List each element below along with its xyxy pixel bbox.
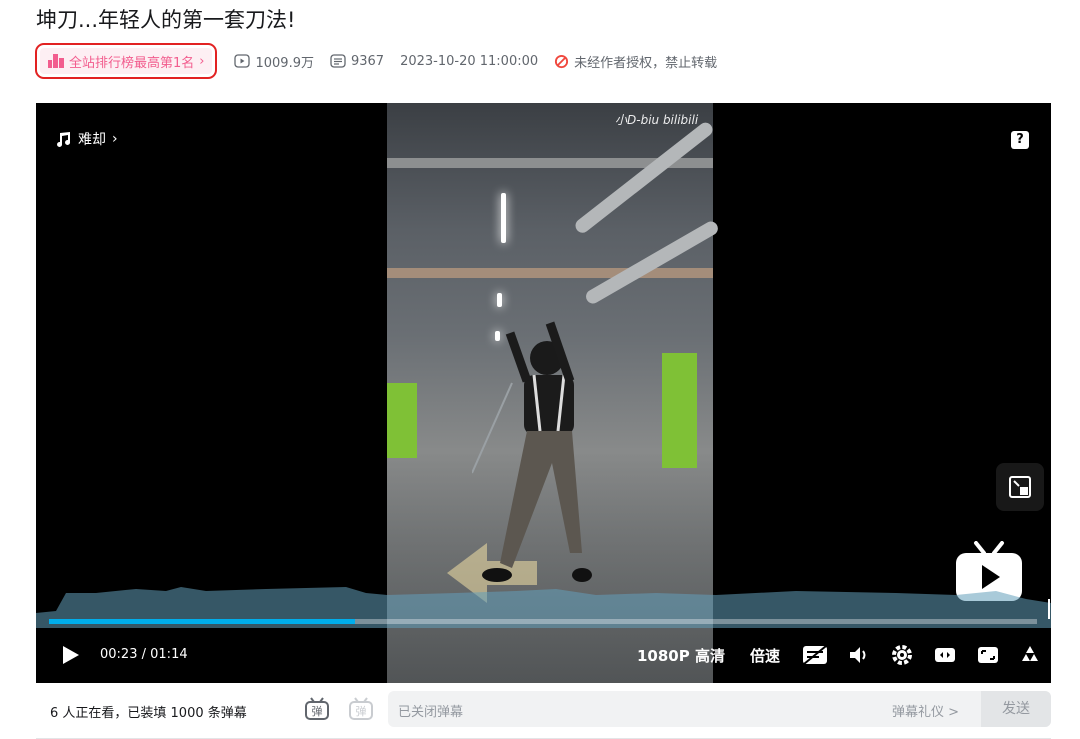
view-count-text: 1009.9万 <box>255 55 314 71</box>
progress-bar[interactable] <box>49 619 1037 624</box>
publish-time: 2023-10-20 11:00:00 <box>400 54 538 69</box>
video-title: 坤刀...年轻人的第一套刀法! <box>36 8 296 32</box>
bar-chart-icon <box>48 54 64 68</box>
danmaku-style-icon[interactable] <box>1019 644 1041 666</box>
progress-played <box>49 619 356 624</box>
ceiling-beam <box>387 268 713 278</box>
svg-text:弹: 弹 <box>356 704 367 718</box>
parking-pillar <box>387 383 417 458</box>
video-meta: 全站排行榜最高第1名 › 1009.9万 9367 2023-10-20 11:… <box>34 42 717 80</box>
viewer-count: 6 人正在看，已装填 1000 条弹幕 <box>50 706 247 721</box>
current-time: 00:23 <box>100 647 138 662</box>
view-count: 1009.9万 <box>234 52 314 71</box>
copyright-notice: 未经作者授权，禁止转载 <box>554 52 717 71</box>
fullscreen-icon[interactable] <box>977 644 999 666</box>
svg-text:弹: 弹 <box>312 704 323 718</box>
danmaku-etiquette-link[interactable]: 弹幕礼仪 > <box>892 701 959 720</box>
publish-time-text: 2023-10-20 11:00:00 <box>400 53 539 69</box>
danmaku-count-text: 9367 <box>350 53 385 69</box>
chevron-right-icon: › <box>112 131 118 147</box>
danmaku-bar: 6 人正在看，已装填 1000 条弹幕 弹 弹 已关闭弹幕 弹幕礼仪 > 发送 <box>36 683 1051 739</box>
widescreen-icon[interactable] <box>934 644 956 666</box>
song-label: 难却 <box>78 132 106 148</box>
question-icon[interactable]: ? <box>1011 131 1029 149</box>
time-separator: / <box>141 647 146 662</box>
chevron-right-icon: › <box>199 53 205 69</box>
progress-end-marker <box>1048 599 1050 619</box>
rank-badge-label: 全站排行榜最高第1名 <box>69 55 195 71</box>
danmaku-count: 9367 <box>330 53 384 69</box>
time-display: 00:23 / 01:14 <box>100 647 188 662</box>
danmaku-count-icon <box>330 54 346 68</box>
dancer-figure <box>472 321 592 582</box>
duration: 01:14 <box>150 647 188 662</box>
song-tag[interactable]: 难却 › <box>56 129 118 149</box>
ceiling-pipe <box>583 218 721 307</box>
play-count-icon <box>234 54 251 68</box>
music-note-icon <box>57 132 71 147</box>
video-player[interactable]: 小D-biu bilibili 难却 › ? 00:23 / 01:14 108… <box>36 103 1051 683</box>
quality-button[interactable]: 1080P 高清 <box>637 645 725 666</box>
volume-icon[interactable] <box>848 644 870 666</box>
speed-button[interactable]: 倍速 <box>750 645 780 666</box>
video-watermark: 小D-biu bilibili <box>615 113 699 127</box>
danmaku-settings-icon[interactable]: 弹 <box>348 696 374 722</box>
danmaku-input-placeholder: 已关闭弹幕 <box>398 705 464 720</box>
ceiling-light <box>497 293 502 307</box>
picture-in-picture-button[interactable] <box>996 463 1044 511</box>
rank-badge[interactable]: 全站排行榜最高第1名 › <box>34 43 218 79</box>
copyright-notice-text: 未经作者授权，禁止转载 <box>574 55 718 71</box>
danmaku-toggle-icon[interactable] <box>802 644 828 666</box>
prohibited-icon <box>555 54 569 68</box>
ceiling-pipe <box>572 119 716 236</box>
play-icon[interactable] <box>60 645 80 665</box>
ceiling-light <box>501 193 506 243</box>
send-button[interactable]: 发送 <box>981 691 1051 727</box>
parking-pillar <box>662 353 697 468</box>
picture-in-picture-icon <box>1009 476 1031 498</box>
gear-icon[interactable] <box>891 644 913 666</box>
danmaku-input[interactable]: 已关闭弹幕 弹幕礼仪 > 发送 <box>388 691 1051 727</box>
player-controls: 00:23 / 01:14 1080P 高清 倍速 <box>36 637 1051 673</box>
danmaku-on-icon[interactable]: 弹 <box>304 696 330 722</box>
